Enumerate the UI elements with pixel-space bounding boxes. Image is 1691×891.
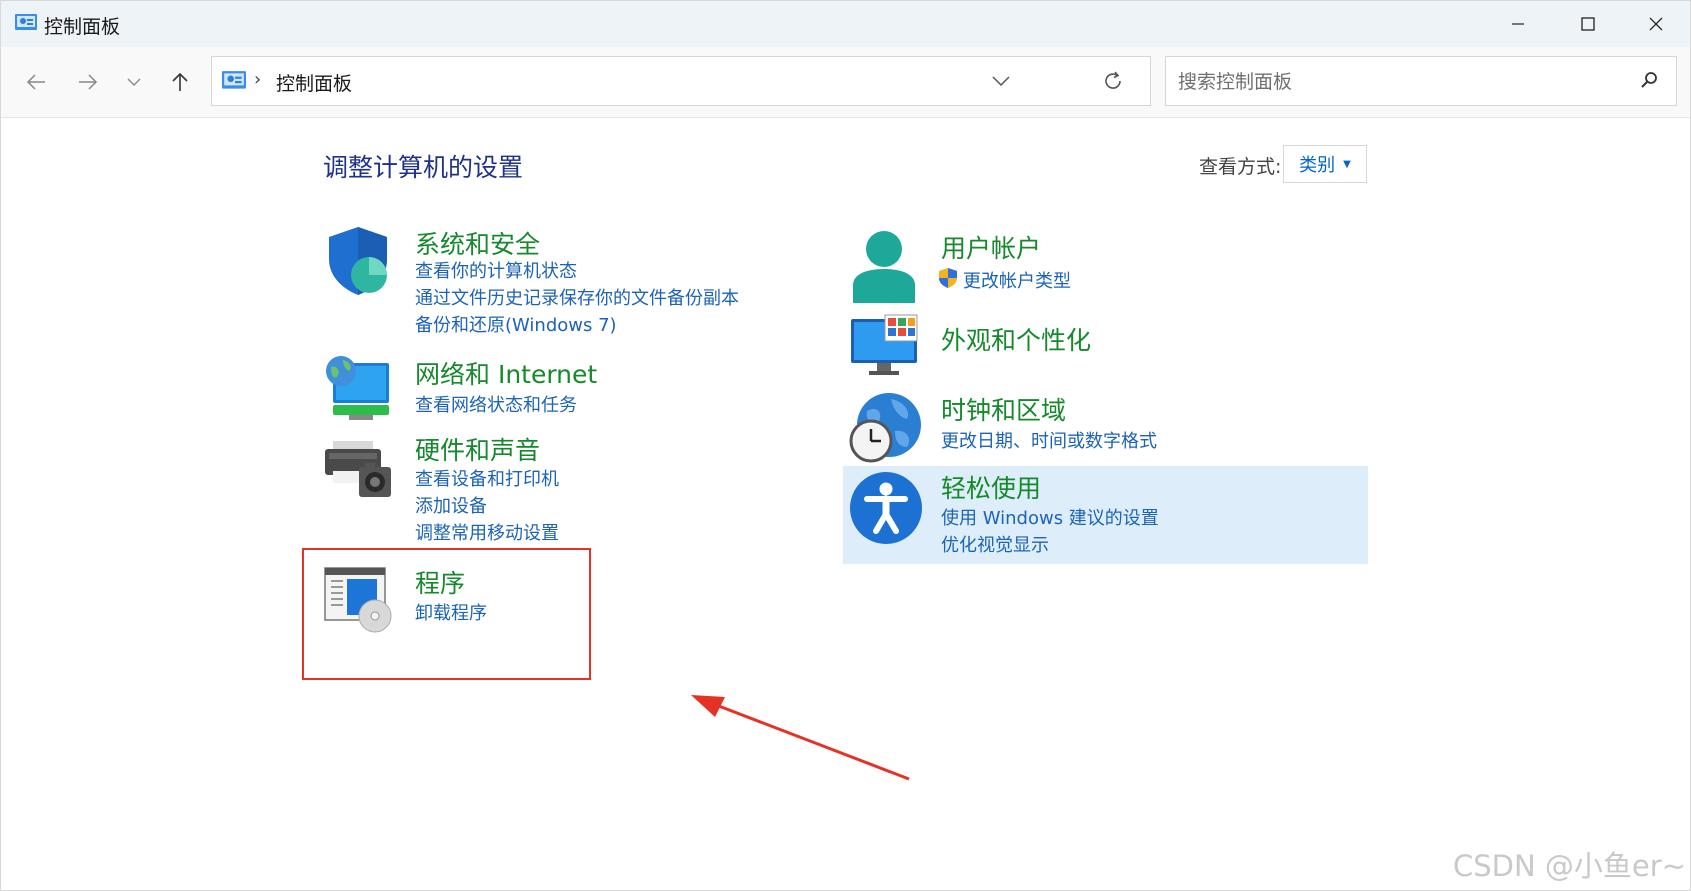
breadcrumb-separator[interactable]: › [254, 69, 261, 90]
arrow-right-icon [79, 74, 98, 90]
arrow-up-icon [172, 72, 188, 91]
link-change-account-type[interactable]: 更改帐户类型 [963, 267, 1071, 293]
page-heading: 调整计算机的设置 [323, 153, 524, 182]
minimize-button[interactable] [1483, 1, 1553, 47]
category-title-hardware-sound[interactable]: 硬件和声音 [415, 431, 540, 467]
uac-shield-icon [939, 268, 957, 288]
navigation-bar: › 控制面板 [1, 47, 1690, 118]
recent-locations-button[interactable] [117, 65, 151, 99]
link-view-network-status[interactable]: 查看网络状态和任务 [415, 391, 577, 417]
accessibility-icon[interactable] [849, 471, 923, 545]
link-file-history-backup[interactable]: 通过文件历史记录保存你的文件备份副本 [415, 284, 739, 310]
clock-globe-icon[interactable] [849, 391, 923, 465]
network-globe-icon[interactable] [323, 355, 393, 423]
up-button[interactable] [163, 65, 197, 99]
shield-icon[interactable] [323, 225, 393, 297]
user-icon[interactable] [849, 229, 919, 303]
control-panel-app-icon [15, 14, 37, 30]
refresh-icon[interactable] [1102, 70, 1124, 92]
link-optimize-visual-display[interactable]: 优化视觉显示 [941, 531, 1049, 557]
caret-down-icon: ▼ [1343, 158, 1351, 170]
link-windows-recommended-settings[interactable]: 使用 Windows 建议的设置 [941, 504, 1159, 530]
close-button[interactable] [1621, 1, 1691, 47]
search-icon[interactable] [1640, 71, 1658, 89]
view-by-label: 查看方式: [1199, 156, 1282, 178]
window-title: 控制面板 [44, 16, 121, 38]
link-devices-printers[interactable]: 查看设备和打印机 [415, 465, 559, 491]
maximize-button[interactable] [1553, 1, 1623, 47]
link-backup-restore[interactable]: 备份和还原(Windows 7) [415, 311, 617, 337]
link-add-device[interactable]: 添加设备 [415, 492, 487, 518]
category-title-clock-region[interactable]: 时钟和区域 [941, 391, 1066, 427]
close-icon [1649, 17, 1663, 31]
category-title-user-accounts[interactable]: 用户帐户 [941, 229, 1041, 265]
back-button[interactable] [19, 65, 53, 99]
view-by-value: 类别 [1299, 155, 1336, 176]
maximize-icon [1581, 17, 1595, 31]
control-panel-breadcrumb-icon [222, 71, 246, 89]
chevron-down-icon [127, 78, 141, 86]
category-title-appearance[interactable]: 外观和个性化 [941, 321, 1091, 357]
minimize-icon [1512, 23, 1524, 25]
category-title-network-internet[interactable]: 网络和 Internet [415, 355, 597, 391]
title-bar[interactable]: 控制面板 [1, 1, 1690, 47]
printer-camera-icon[interactable] [323, 431, 395, 501]
link-mobility-settings[interactable]: 调整常用移动设置 [415, 519, 559, 545]
category-title-system-security[interactable]: 系统和安全 [415, 225, 540, 261]
annotation-highlight-box [302, 548, 591, 680]
category-title-ease-of-access[interactable]: 轻松使用 [941, 469, 1041, 505]
watermark: CSDN @小鱼er~ [1453, 849, 1686, 883]
address-bar[interactable]: › 控制面板 [211, 56, 1151, 106]
search-box[interactable] [1165, 56, 1677, 106]
forward-button[interactable] [71, 65, 105, 99]
search-input[interactable] [1176, 67, 1620, 97]
link-date-time-format[interactable]: 更改日期、时间或数字格式 [941, 427, 1157, 453]
control-panel-window: 控制面板 › 控制面板 搜索控制面板 调整计算机的设置 查看方式: 类别 ▼ 系… [0, 0, 1691, 891]
link-view-computer-status[interactable]: 查看你的计算机状态 [415, 257, 577, 283]
monitor-personalization-icon[interactable] [849, 313, 921, 377]
arrow-left-icon [26, 74, 45, 90]
annotation-arrow [691, 695, 910, 781]
address-dropdown-icon[interactable] [992, 71, 1010, 91]
view-by-dropdown[interactable]: 类别 ▼ [1283, 145, 1367, 183]
breadcrumb-control-panel[interactable]: 控制面板 [276, 69, 352, 96]
